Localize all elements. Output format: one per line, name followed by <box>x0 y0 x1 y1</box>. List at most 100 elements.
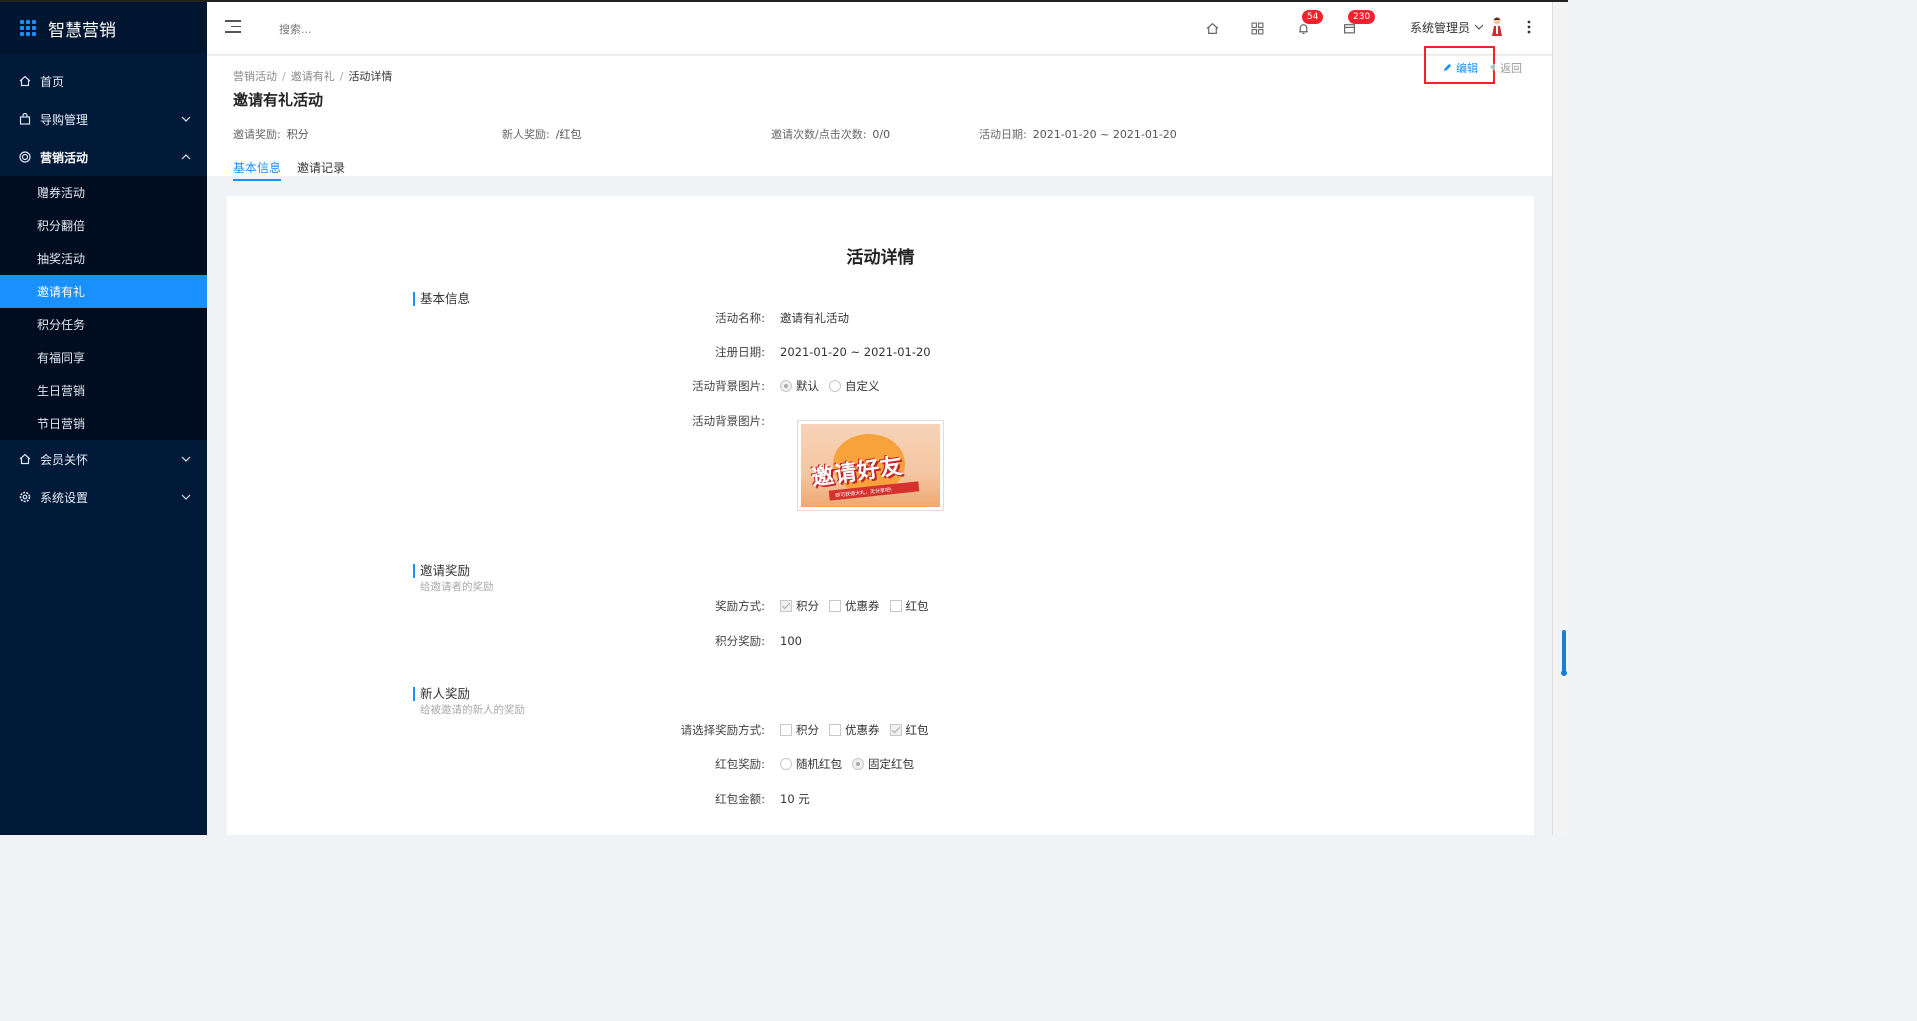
chevron-up-icon <box>181 152 191 163</box>
sidebar-subitem-share[interactable]: 有福同享 <box>0 341 207 374</box>
checkbox-coupon[interactable]: 优惠券 <box>829 598 880 614</box>
home-icon <box>18 74 32 88</box>
radio-custom[interactable]: 自定义 <box>829 378 880 394</box>
sidebar-subitem-coupon[interactable]: 赠券活动 <box>0 176 207 209</box>
row-register-date: 注册日期: 2021-01-20 ~ 2021-01-20 <box>527 343 931 361</box>
top-header: 54 230 系统管理员 <box>207 2 1568 55</box>
section-basic-info: 基本信息 <box>413 292 470 306</box>
radio-fixed-redpack[interactable]: 固定红包 <box>852 756 914 772</box>
field-value: 10 元 <box>780 792 810 806</box>
checkbox-icon <box>889 724 902 736</box>
apps-grid-icon[interactable] <box>1248 19 1266 37</box>
pencil-icon <box>1443 62 1452 75</box>
section-subtitle: 给被邀请的新人的奖励 <box>420 704 525 716</box>
breadcrumb-item[interactable]: 营销活动 <box>233 70 277 83</box>
sidebar-subitem-lottery[interactable]: 抽奖活动 <box>0 242 207 275</box>
detail-title: 活动详情 <box>846 248 915 268</box>
field-label: 积分奖励: <box>715 634 765 648</box>
summary-newbie-reward: 新人奖励:/红包 <box>502 128 582 141</box>
checkbox-icon <box>829 724 841 736</box>
sidebar-menu-bottom: 会员关怀 系统设置 <box>0 440 207 516</box>
sidebar-subitem-double-points[interactable]: 积分翻倍 <box>0 209 207 242</box>
sidebar-item-label: 首页 <box>40 74 65 89</box>
radio-icon <box>780 380 792 392</box>
field-label: 活动背景图片: <box>692 379 765 393</box>
background-image-thumbnail[interactable]: 邀请好友 即可获得大礼，无分享吧! <box>797 420 944 511</box>
home-heart-icon <box>18 452 32 466</box>
checkbox-points[interactable]: 积分 <box>780 722 819 738</box>
tab-basic-info[interactable]: 基本信息 <box>233 159 282 181</box>
checkbox-redpack[interactable]: 红包 <box>889 598 929 614</box>
breadcrumb: 营销活动 / 邀请有礼 / 活动详情 <box>233 70 393 83</box>
checkbox-coupon[interactable]: 优惠券 <box>829 722 880 738</box>
page-header: 营销活动 / 邀请有礼 / 活动详情 邀请有礼活动 邀请奖励: 积分 新人奖励:/红包 邀… <box>207 46 1552 181</box>
radio-default[interactable]: 默认 <box>780 378 819 394</box>
target-icon <box>18 150 32 164</box>
checkbox-icon <box>780 724 792 736</box>
back-arrow-icon <box>1490 62 1496 74</box>
row-bg-image: 活动背景图片: <box>527 412 765 430</box>
vertical-scrollbar[interactable] <box>1552 2 1568 835</box>
sidebar-item-label: 导购管理 <box>40 112 89 127</box>
sidebar-item-home[interactable]: 首页 <box>0 62 207 100</box>
radio-random-redpack[interactable]: 随机红包 <box>780 756 842 772</box>
tab-invite-records[interactable]: 邀请记录 <box>297 159 345 181</box>
radio-icon <box>780 758 792 770</box>
logo[interactable]: 智慧营销 <box>0 2 207 54</box>
bag-icon <box>18 112 32 126</box>
section-newbie-reward: 新人奖励 给被邀请的新人的奖励 <box>413 687 525 717</box>
row-redpack-type: 红包奖励: 随机红包 固定红包 <box>527 755 924 773</box>
chevron-down-icon <box>1474 22 1484 33</box>
search-input[interactable] <box>279 16 459 42</box>
breadcrumb-item[interactable]: 邀请有礼 <box>291 70 335 83</box>
checkbox-icon <box>780 600 792 612</box>
back-label: 返回 <box>1500 62 1522 75</box>
sidebar-item-label: 会员关怀 <box>40 452 89 467</box>
sidebar-item-marketing[interactable]: 营销活动 <box>0 138 207 176</box>
section-title: 基本信息 <box>413 292 470 306</box>
sidebar-subitem-birthday[interactable]: 生日营销 <box>0 374 207 407</box>
checkbox-points[interactable]: 积分 <box>780 598 819 614</box>
row-newbie-method: 请选择奖励方式: 积分 优惠券 红包 <box>527 721 939 739</box>
sidebar-subitem-points-task[interactable]: 积分任务 <box>0 308 207 341</box>
field-label: 活动背景图片: <box>692 414 765 428</box>
edit-button[interactable]: 编辑 <box>1443 60 1478 76</box>
home-icon[interactable] <box>1203 19 1221 37</box>
message-badge: 230 <box>1348 10 1376 24</box>
checkbox-redpack[interactable]: 红包 <box>889 722 929 738</box>
radio-icon <box>829 380 841 392</box>
row-activity-name: 活动名称: 邀请有礼活动 <box>527 309 849 327</box>
page-title: 邀请有礼活动 <box>233 91 324 109</box>
back-button[interactable]: 返回 <box>1490 60 1522 76</box>
detail-card: 活动详情 基本信息 活动名称: 邀请有礼活动 注册日期: 2021-01-20 … <box>227 196 1534 835</box>
section-title: 邀请奖励 <box>413 564 494 578</box>
avatar[interactable] <box>1488 15 1506 37</box>
user-name: 系统管理员 <box>1410 21 1471 35</box>
radio-icon <box>852 758 864 770</box>
scrollbar-thumb[interactable] <box>1561 630 1567 676</box>
summary-invite-clicks: 邀请次数/点击次数: 0/0 <box>771 128 891 141</box>
menu-toggle-icon[interactable] <box>225 20 241 34</box>
field-value: 100 <box>780 634 802 648</box>
field-label: 奖励方式: <box>715 599 765 613</box>
sidebar-subitem-invite[interactable]: 邀请有礼 <box>0 275 207 308</box>
marketing-submenu: 赠券活动 积分翻倍 抽奖活动 邀请有礼 积分任务 有福同享 生日营销 节日营销 <box>0 176 207 440</box>
user-menu[interactable]: 系统管理员 <box>1410 19 1484 36</box>
sidebar-item-label: 系统设置 <box>40 490 89 505</box>
sidebar-subitem-holiday[interactable]: 节日营销 <box>0 407 207 440</box>
message-icon[interactable]: 230 <box>1340 10 1376 37</box>
field-value: 2021-01-20 ~ 2021-01-20 <box>780 345 931 359</box>
field-label: 红包奖励: <box>715 757 765 771</box>
bell-icon[interactable]: 54 <box>1294 10 1324 37</box>
sidebar-item-settings[interactable]: 系统设置 <box>0 478 207 516</box>
sidebar-item-member-care[interactable]: 会员关怀 <box>0 440 207 478</box>
sidebar-item-guide[interactable]: 导购管理 <box>0 100 207 138</box>
sidebar-menu: 首页 导购管理 营销活动 <box>0 62 207 176</box>
row-invite-points: 积分奖励: 100 <box>527 632 802 650</box>
sidebar-item-label: 营销活动 <box>40 150 89 165</box>
field-value: 邀请有礼活动 <box>780 311 849 325</box>
summary-activity-date: 活动日期: 2021-01-20 ~ 2021-01-20 <box>979 128 1177 141</box>
sidebar: 智慧营销 首页 导购管理 营销活动 赠券活动 积分翻倍 抽奖活动 邀请有礼 积分… <box>0 2 207 835</box>
more-vertical-icon[interactable] <box>1527 19 1531 38</box>
chevron-down-icon <box>181 454 191 465</box>
